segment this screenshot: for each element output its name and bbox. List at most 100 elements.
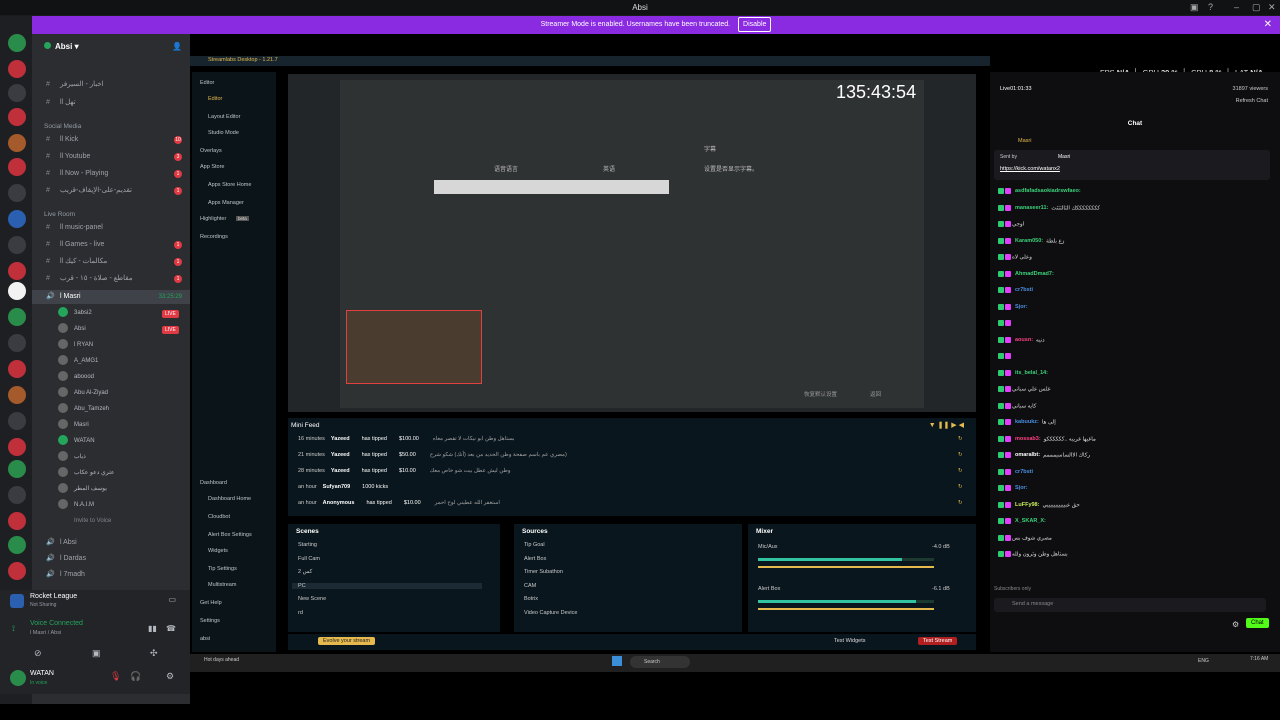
deafen-icon[interactable]: 🎧 <box>130 671 141 682</box>
server-icon[interactable] <box>8 184 26 202</box>
chat-input[interactable]: Send a message <box>994 598 1266 612</box>
replay-icon[interactable]: ↻ <box>958 452 963 458</box>
chat-message[interactable]: its_belal_14: <box>998 369 1051 376</box>
voice-user[interactable]: Masri <box>58 418 89 433</box>
source-item[interactable]: Botrix <box>524 596 538 602</box>
minimize-button[interactable]: – <box>1234 2 1239 12</box>
server-icon[interactable] <box>8 460 26 478</box>
chat-settings-icon[interactable]: ⚙ <box>1232 620 1239 629</box>
sidebar-item[interactable]: Get Help <box>200 600 222 606</box>
replay-icon[interactable]: ↻ <box>958 484 963 490</box>
server-icon[interactable] <box>8 60 26 78</box>
chat-username[interactable]: AhmadDmad7: <box>1015 271 1054 277</box>
sidebar-item[interactable]: Editor <box>200 80 214 86</box>
scene-item[interactable]: New Scene <box>298 596 326 602</box>
chat-username[interactable]: omaralbt: <box>1015 452 1040 458</box>
server-icon[interactable] <box>8 486 26 504</box>
sidebar-item[interactable]: Tip Settings <box>208 566 237 572</box>
sidebar-item[interactable]: Settings <box>200 618 220 624</box>
sidebar-item[interactable]: absi <box>200 636 210 642</box>
server-icon[interactable] <box>8 512 26 530</box>
chat-message[interactable]: Sjor: <box>998 485 1031 491</box>
chat-message[interactable]: AhmadDmad7: <box>998 270 1057 277</box>
replay-icon[interactable]: ↻ <box>958 436 963 442</box>
volume-slider[interactable] <box>758 566 934 568</box>
noise-suppression-icon[interactable]: ▮▮ <box>148 624 157 633</box>
voice-user[interactable]: 3absi2 <box>58 306 92 321</box>
volume-slider[interactable] <box>758 608 934 610</box>
voice-user[interactable]: WATAN <box>58 434 95 449</box>
replay-icon[interactable]: ↻ <box>958 468 963 474</box>
sidebar-item[interactable]: Editor <box>208 96 222 102</box>
sidebar-item[interactable]: Layout Editor <box>208 114 240 120</box>
chat-message[interactable]: كايه سباني <box>998 402 1042 409</box>
pinned-message[interactable]: Sent by Masri https://kick.com/watanx2 <box>994 150 1270 180</box>
chat-username[interactable]: cr7bsti <box>1015 287 1033 293</box>
server-icon[interactable] <box>8 134 26 152</box>
close-banner-icon[interactable]: ✕ <box>1264 16 1272 34</box>
channel-now-playing[interactable]: # ll Now - Playing 1 <box>32 167 190 181</box>
screen-share-icon[interactable]: ▭ <box>168 595 176 604</box>
voice-user[interactable]: ذياب <box>58 450 86 465</box>
server-icon[interactable] <box>8 438 26 456</box>
activities-icon[interactable]: ✣ <box>150 648 158 659</box>
taskbar-search[interactable]: Search <box>630 656 690 668</box>
server-icon[interactable] <box>8 84 26 102</box>
channel-item[interactable]: # مقاطع - صلاة - ١٥ - قرب 1 <box>32 272 190 286</box>
voice-user[interactable]: Absi <box>58 322 86 337</box>
chat-message[interactable]: kabuukz: إلى ها <box>998 419 1056 425</box>
chat-username[interactable]: its_belal_14: <box>1015 370 1048 376</box>
invite-to-voice[interactable]: Invite to Voice <box>58 514 111 529</box>
replay-icon[interactable]: ↻ <box>958 500 963 506</box>
server-icon[interactable] <box>8 412 26 430</box>
taskbar-clock[interactable]: 7:16 AM <box>1250 656 1268 662</box>
test-stream-button[interactable]: Test Stream <box>918 637 958 645</box>
chat-username[interactable]: manaseer11: <box>1015 205 1048 211</box>
language-indicator[interactable]: ENG <box>1198 658 1209 664</box>
mute-icon[interactable]: 🎙 <box>110 671 121 682</box>
chat-message[interactable]: mossab3: ماغيها غريبه ..ككككككو <box>998 435 1096 442</box>
voice-channel[interactable]: 🔊 l 7madh <box>32 568 190 582</box>
feed-controls-icon[interactable]: ▼ ❚❚ ▶ ◀ <box>929 421 964 429</box>
server-icon[interactable] <box>8 236 26 254</box>
sidebar-item[interactable]: Studio Mode <box>208 130 239 136</box>
sidebar-item[interactable]: Highlighter <box>200 216 226 222</box>
server-icon[interactable] <box>8 386 26 404</box>
source-item[interactable]: Tip Goal <box>524 542 545 548</box>
voice-user[interactable]: Abu_Tamzeh <box>58 402 109 417</box>
refresh-chat-button[interactable]: Refresh Chat <box>1236 98 1268 104</box>
voice-channel-masri[interactable]: 🔊 l Masri 33:25:29 <box>32 290 190 304</box>
sidebar-item[interactable]: Dashboard <box>200 480 227 486</box>
avatar[interactable] <box>10 670 26 686</box>
chat-username[interactable]: mossab3: <box>1015 436 1041 442</box>
weather-widget[interactable]: Hot days ahead <box>204 657 239 663</box>
share-screen-icon[interactable]: ▣ <box>92 648 101 659</box>
channel-item[interactable]: # تقديم-على-الإيقاف-قريب 1 <box>32 184 190 198</box>
sidebar-item[interactable]: App Store <box>200 164 224 170</box>
voice-user[interactable]: A_AMG1 <box>58 354 98 369</box>
settings-gear-icon[interactable]: ⚙ <box>166 671 174 682</box>
scene-item[interactable]: PC <box>292 582 482 589</box>
chat-username[interactable]: X_SKAR_X: <box>1015 518 1046 524</box>
channel-music-panel[interactable]: # ll music-panel <box>32 221 190 235</box>
chat-username[interactable]: kabuukz: <box>1015 419 1039 425</box>
voice-user[interactable]: عثري دعو عكاب <box>58 466 114 481</box>
webcam-source[interactable] <box>346 310 482 384</box>
voice-user[interactable]: يوسف المطر <box>58 482 107 497</box>
server-icon[interactable] <box>8 334 26 352</box>
channel-games-live[interactable]: # ll Games - live 1 <box>32 238 190 252</box>
pinned-link[interactable]: https://kick.com/watanx2 <box>1000 166 1060 172</box>
chat-message[interactable]: aousn: دنيه <box>998 336 1045 343</box>
start-icon[interactable] <box>612 656 622 666</box>
server-icon[interactable] <box>8 262 26 280</box>
channel-youtube[interactable]: # ll Youtube 3 <box>32 150 190 164</box>
chat-username[interactable]: Sjor: <box>1015 304 1028 310</box>
scene-item[interactable]: Full Cam <box>298 556 320 562</box>
chat-username[interactable]: cr7bsti <box>1015 469 1033 475</box>
server-icon[interactable] <box>8 308 26 326</box>
sidebar-item[interactable]: Widgets <box>208 548 228 554</box>
scene-item[interactable]: rd <box>298 610 303 616</box>
category-social[interactable]: Social Media <box>44 123 81 130</box>
voice-channel[interactable]: 🔊 l Dardas <box>32 552 190 566</box>
test-widgets-button[interactable]: Test Widgets <box>834 638 865 644</box>
